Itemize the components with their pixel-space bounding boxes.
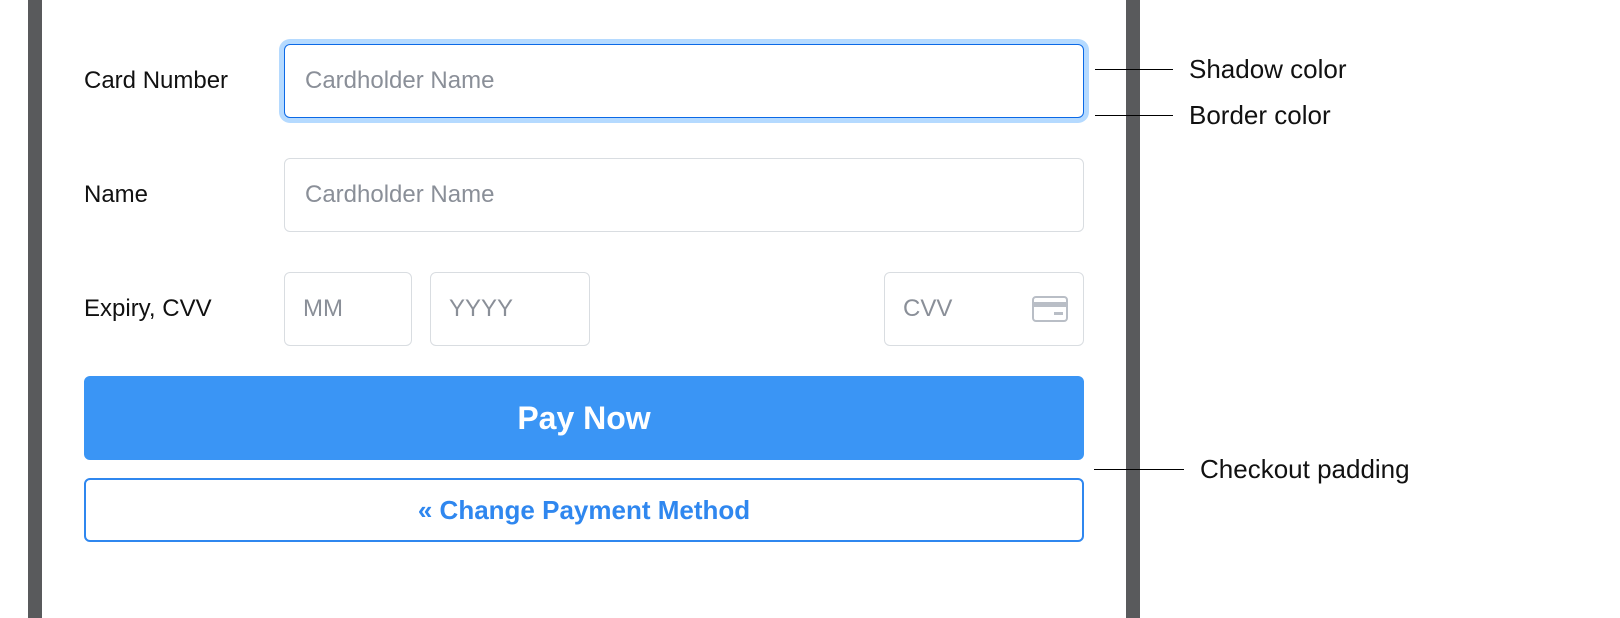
annotation-line [1095, 69, 1173, 70]
pay-now-button[interactable]: Pay Now [84, 376, 1084, 460]
checkout-stage: Card Number Name Expiry, CVV [28, 0, 1140, 618]
annotation-line [1095, 115, 1173, 116]
row-card-number: Card Number [84, 44, 1084, 118]
annotation-shadow-color: Shadow color [1095, 54, 1347, 85]
annotation-checkout-padding: Checkout padding [1094, 454, 1410, 485]
frame-bar-right [1126, 0, 1140, 618]
input-col-name [284, 158, 1084, 232]
checkout-form: Card Number Name Expiry, CVV [42, 0, 1126, 618]
expiry-year-input[interactable] [430, 272, 590, 346]
annotation-border-color: Border color [1095, 100, 1331, 131]
card-number-input[interactable] [284, 44, 1084, 118]
row-expiry-cvv: Expiry, CVV [84, 272, 1084, 346]
credit-card-icon [1032, 296, 1068, 322]
annotation-label: Checkout padding [1200, 454, 1410, 485]
annotation-label: Shadow color [1189, 54, 1347, 85]
label-name: Name [84, 181, 284, 209]
label-card-number: Card Number [84, 67, 284, 95]
input-col-expiry-cvv [284, 272, 1084, 346]
frame-bar-left [28, 0, 42, 618]
change-payment-method-button[interactable]: « Change Payment Method [84, 478, 1084, 542]
annotation-line [1094, 469, 1184, 470]
cvv-wrap [884, 272, 1084, 346]
input-col-card-number [284, 44, 1084, 118]
label-expiry-cvv: Expiry, CVV [84, 295, 284, 323]
expiry-month-input[interactable] [284, 272, 412, 346]
row-name: Name [84, 158, 1084, 232]
annotation-label: Border color [1189, 100, 1331, 131]
name-input[interactable] [284, 158, 1084, 232]
